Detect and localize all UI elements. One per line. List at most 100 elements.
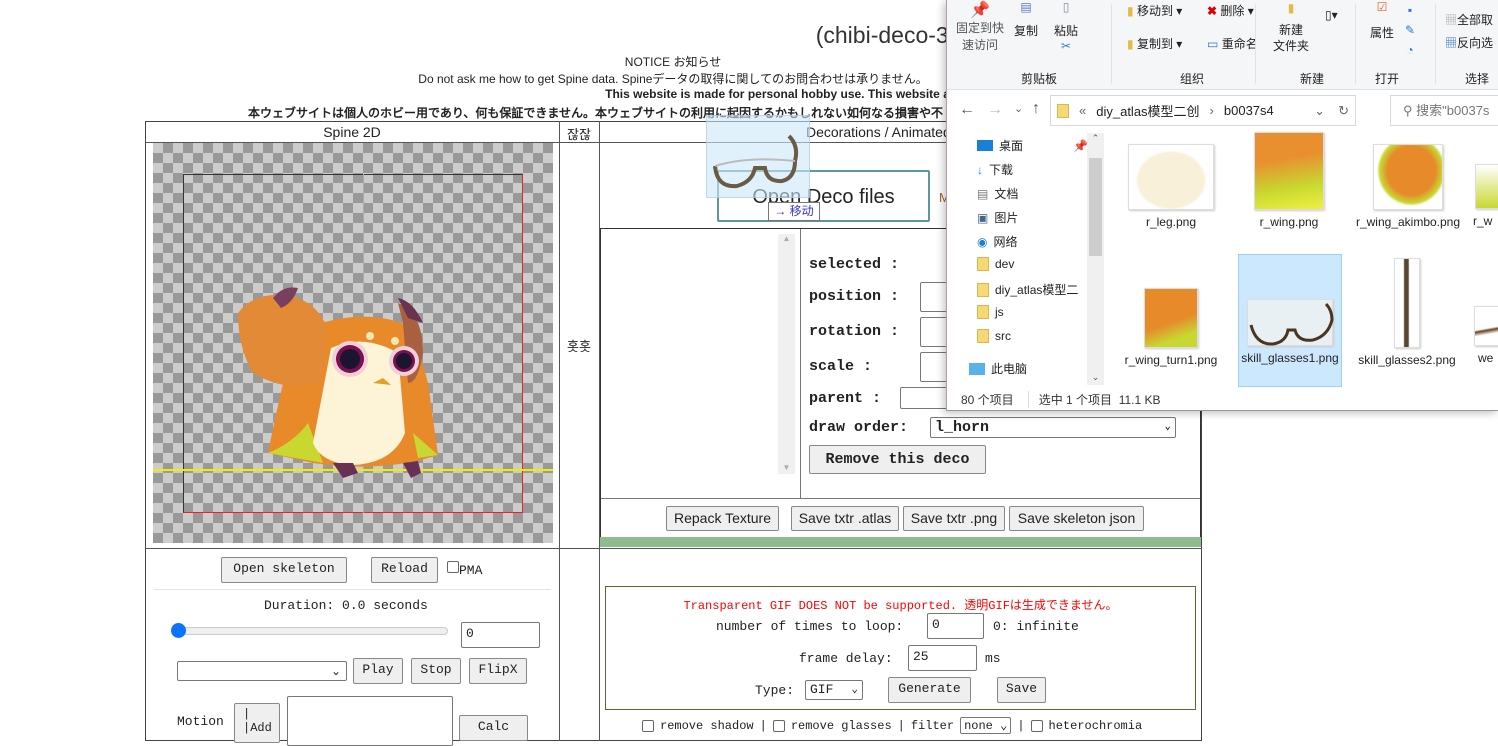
- new-folder-button[interactable]: ▮新建 文件夹: [1269, 0, 1313, 54]
- nav-scrollbar[interactable]: ⌃ ⌄: [1087, 133, 1104, 385]
- folder-icon: ▮: [1269, 0, 1313, 22]
- file-item[interactable]: r_wing_turn1.png: [1119, 288, 1223, 368]
- invert-selection-button[interactable]: ▦反向选: [1445, 34, 1498, 51]
- rotation-label: rotation :: [809, 323, 899, 340]
- file-item[interactable]: r_wing_akimbo.png: [1355, 144, 1461, 230]
- new-item-icon[interactable]: ▯▾: [1325, 8, 1338, 22]
- motion-textarea[interactable]: [287, 696, 453, 746]
- pin-icon[interactable]: 📌: [1073, 139, 1088, 153]
- heterochromia-checkbox[interactable]: [1031, 720, 1043, 732]
- nav-item-dev[interactable]: dev: [977, 257, 1014, 271]
- filter-label: filter: [911, 719, 954, 733]
- file-item[interactable]: r_wing.png: [1237, 132, 1341, 230]
- nav-item-js[interactable]: js: [977, 305, 1004, 319]
- divider: [601, 498, 1200, 499]
- pin-icon: 📌: [970, 2, 990, 19]
- nav-item-downloads[interactable]: ↓下载: [977, 161, 1013, 178]
- open-skeleton-button[interactable]: Open skeleton: [221, 557, 347, 583]
- file-explorer-window[interactable]: 📌固定到快 速访问 ▤复制 ▯粘贴✂ 剪贴板 ▮ 移动到 ▾ ▮ 复制到 ▾ ✖…: [946, 0, 1498, 411]
- back-button[interactable]: ←: [959, 101, 975, 119]
- add-motion-button[interactable]: | |Add: [234, 703, 280, 743]
- breadcrumb-chevron-icon: ›: [1210, 103, 1214, 118]
- remove-glasses-checkbox[interactable]: [773, 720, 785, 732]
- calc-button[interactable]: Calc: [459, 715, 528, 741]
- scroll-up-icon[interactable]: ⌃: [1087, 133, 1104, 144]
- repack-texture-button[interactable]: Repack Texture: [666, 506, 779, 531]
- animation-select[interactable]: ⌄: [177, 661, 347, 681]
- deco-list-scrollbar[interactable]: ▲ ▼: [778, 234, 795, 474]
- spine-canvas[interactable]: [153, 143, 553, 543]
- status-bar: 80 个项目 选中 1 个项目 11.1 KB: [947, 389, 1498, 410]
- timeline-slider[interactable]: [172, 627, 448, 635]
- pma-checkbox[interactable]: [447, 561, 459, 573]
- filter-select[interactable]: none ⌄: [960, 717, 1011, 734]
- search-box[interactable]: ⚲ 搜索"b0037s: [1390, 95, 1498, 126]
- flipx-button[interactable]: FlipX: [469, 658, 527, 684]
- header-mid: 잖잖: [559, 124, 599, 143]
- slider-thumb[interactable]: [171, 623, 186, 638]
- divider: [1111, 4, 1112, 84]
- nav-item-network[interactable]: ◉网络: [977, 233, 1018, 250]
- address-bar[interactable]: « diy_atlas模型二创 › b0037s4 ⌄ ↻: [1050, 95, 1356, 126]
- label: 复制到: [1137, 37, 1173, 51]
- gif-warning: Transparent GIF DOES NOT be supported. 透…: [605, 596, 1196, 613]
- breadcrumb-parent[interactable]: diy_atlas模型二创: [1096, 101, 1199, 120]
- remove-shadow-label: remove shadow: [660, 719, 754, 733]
- up-button[interactable]: ↑: [1032, 100, 1040, 118]
- scroll-up-icon[interactable]: ▲: [778, 234, 795, 243]
- loop-input[interactable]: 0: [927, 613, 984, 639]
- file-item[interactable]: skill_glasses2.png: [1355, 258, 1459, 368]
- save-png-button[interactable]: Save txtr .png: [903, 506, 1005, 531]
- remove-shadow-checkbox[interactable]: [642, 720, 654, 732]
- copy-to-button[interactable]: ▮ 复制到 ▾: [1127, 35, 1182, 52]
- file-item[interactable]: r_w: [1467, 164, 1498, 229]
- file-item-selected[interactable]: skill_glasses1.png: [1238, 254, 1342, 387]
- select-all-button[interactable]: ▦全部取: [1445, 11, 1498, 28]
- open-icons[interactable]: ▪✎◔: [1405, 0, 1415, 60]
- file-item[interactable]: r_leg.png: [1119, 144, 1223, 230]
- label: 桌面: [999, 137, 1023, 154]
- play-button[interactable]: Play: [353, 658, 403, 684]
- refresh-icon[interactable]: ↻: [1338, 103, 1349, 119]
- pictures-icon: ▣: [977, 211, 988, 225]
- label: 网络: [993, 233, 1017, 250]
- delete-button[interactable]: ✖ 删除 ▾: [1207, 2, 1254, 19]
- file-item[interactable]: we: [1472, 306, 1498, 366]
- save-atlas-button[interactable]: Save txtr .atlas: [791, 506, 899, 531]
- copy-button[interactable]: ▤复制: [1011, 0, 1041, 39]
- stop-button[interactable]: Stop: [411, 658, 461, 684]
- move-to-button[interactable]: ▮ 移动到 ▾: [1127, 2, 1182, 19]
- breadcrumb-current[interactable]: b0037s4: [1224, 103, 1274, 118]
- recent-dropdown[interactable]: ⌄: [1014, 102, 1023, 115]
- computer-icon: [969, 363, 985, 375]
- remove-deco-button[interactable]: Remove this deco: [809, 445, 986, 474]
- save-skeleton-button[interactable]: Save skeleton json: [1009, 506, 1144, 531]
- type-select[interactable]: GIF⌄: [805, 680, 863, 700]
- scroll-down-icon[interactable]: ⌄: [1087, 372, 1104, 383]
- pin-quick-access-button[interactable]: 📌固定到快 速访问: [952, 2, 1008, 54]
- draw-order-select[interactable]: l_horn ⌄: [930, 417, 1176, 438]
- nav-item-desktop[interactable]: 桌面📌: [977, 137, 1023, 154]
- nav-item-pictures[interactable]: ▣图片: [977, 209, 1018, 226]
- paste-button[interactable]: ▯粘贴✂: [1051, 0, 1081, 53]
- properties-button[interactable]: ☑属性: [1365, 0, 1399, 41]
- nav-item-this-pc[interactable]: 此电脑: [969, 360, 1027, 377]
- reload-button[interactable]: Reload: [371, 557, 438, 583]
- scroll-down-icon[interactable]: ▼: [778, 463, 795, 472]
- label: 删除: [1220, 4, 1244, 18]
- delay-input[interactable]: 25: [908, 645, 977, 671]
- folder-icon: [1057, 104, 1069, 118]
- chevron-down-icon[interactable]: ⌄: [1314, 103, 1325, 119]
- frame-input[interactable]: 0: [461, 622, 540, 648]
- save-gif-button[interactable]: Save: [997, 677, 1046, 703]
- rename-button[interactable]: ▭ 重命名: [1207, 35, 1258, 52]
- forward-button[interactable]: →: [987, 101, 1003, 119]
- scroll-thumb[interactable]: [1089, 158, 1102, 256]
- nav-item-documents[interactable]: ▤文档: [977, 185, 1018, 202]
- cut-icon: ✂: [1051, 39, 1081, 53]
- nav-item-src[interactable]: src: [977, 329, 1011, 343]
- generate-button[interactable]: Generate: [888, 677, 971, 703]
- deco-list[interactable]: [602, 230, 798, 496]
- breadcrumb-overflow[interactable]: «: [1079, 103, 1086, 118]
- nav-item-diy-atlas[interactable]: diy_atlas模型二: [977, 281, 1078, 298]
